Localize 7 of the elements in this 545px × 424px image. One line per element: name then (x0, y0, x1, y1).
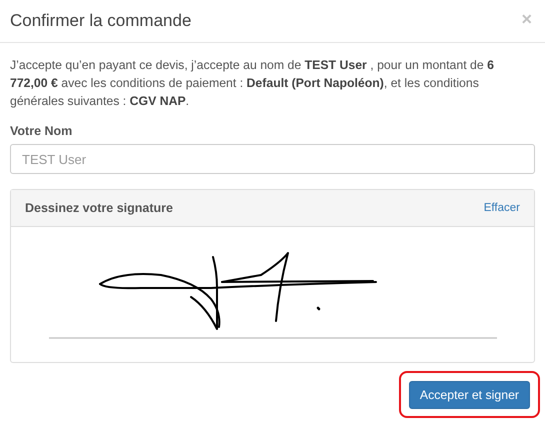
field-label: Votre Nom (10, 124, 72, 138)
panel-title: Dessinez votre signature (25, 201, 173, 215)
confirmation-text: J’accepte qu’en payant ce devis, j’accepte au nom de TEST User , pour un montant de 6 772,00 € avec les conditions de paiement : Default (Port Napoléon), et les conditions générales suivantes : CGV NAP. (10, 57, 495, 110)
accept-sign-button[interactable]: Accepter et signer (408, 381, 530, 409)
dialog-title: Confirmer la commande (10, 11, 192, 31)
name-input-field[interactable]: TEST User (10, 144, 535, 174)
clear-link[interactable]: Effacer (484, 202, 520, 214)
